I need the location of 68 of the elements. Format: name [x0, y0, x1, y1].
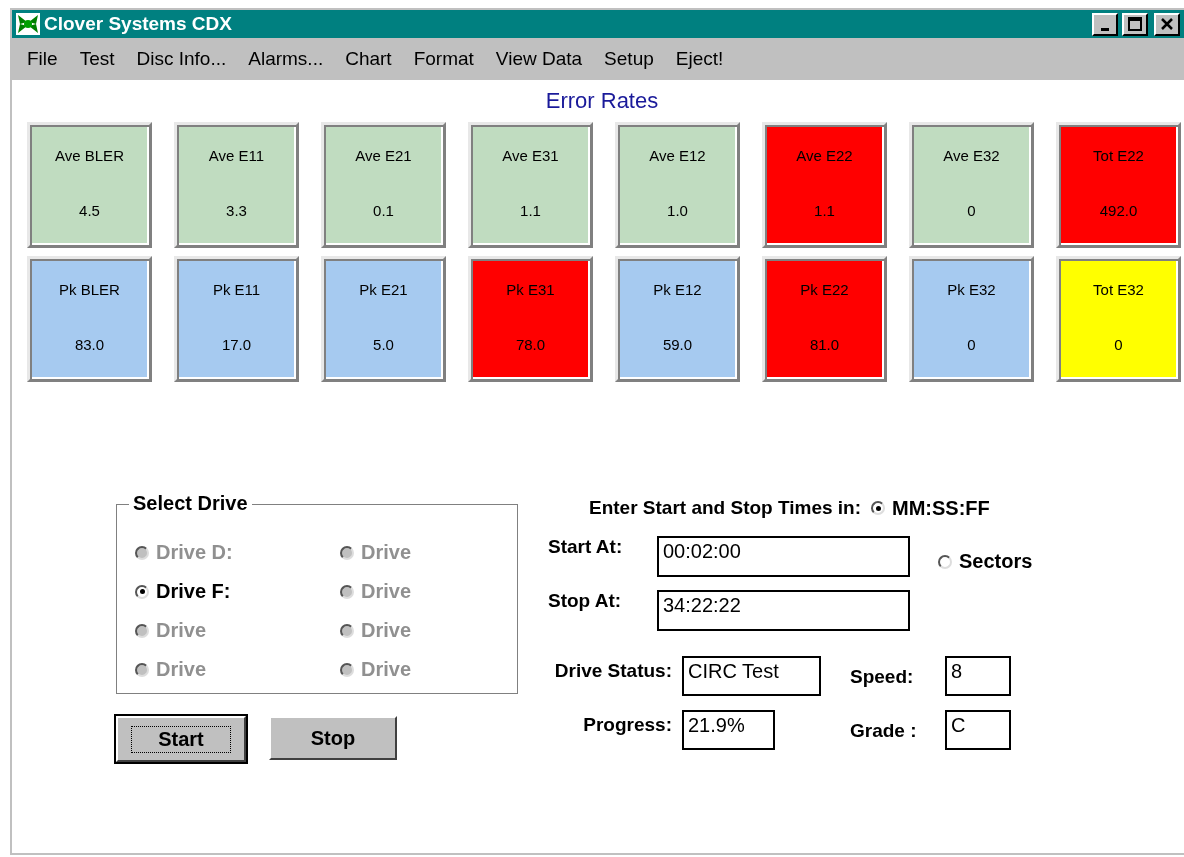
input-field[interactable]: CIRC Test	[682, 656, 821, 696]
tile-value: 0.1	[373, 202, 394, 219]
tile-label: Pk E11	[212, 281, 261, 298]
tile-label: Tot E32	[1093, 281, 1144, 298]
input-field[interactable]: C	[945, 710, 1011, 750]
tile-label: Pk E21	[359, 281, 408, 298]
tile-value: 5.0	[373, 336, 394, 353]
menu-item[interactable]: Chart	[334, 48, 403, 70]
menu-item[interactable]: Format	[402, 48, 485, 70]
minimize-icon	[1101, 27, 1109, 31]
tile-value: 0	[967, 202, 976, 219]
tile-label: Ave E21	[355, 147, 412, 164]
menu-item[interactable]: File	[16, 48, 69, 70]
close-icon	[1161, 18, 1173, 30]
prompt-label: Enter Start and Stop Times in:	[589, 497, 862, 519]
tile-value: 3.3	[226, 202, 247, 219]
menu-item[interactable]: Eject!	[664, 48, 735, 70]
radio-button[interactable]: MM:SS:FF	[871, 496, 990, 520]
action-button[interactable]: Start	[116, 716, 246, 762]
tile-value: 492.0	[1099, 202, 1138, 219]
input-field[interactable]: 21.9%	[682, 710, 775, 750]
tile-value: 17.0	[221, 336, 252, 353]
radio-button[interactable]: Drive F:	[135, 572, 340, 611]
tile-label: Tot E22	[1093, 147, 1144, 164]
tile-label: Pk E22	[800, 281, 849, 298]
field-label: Drive Status:	[553, 659, 673, 682]
field-label: Grade :	[850, 719, 918, 742]
maximize-button[interactable]	[1122, 12, 1148, 36]
menu-item[interactable]: View Data	[484, 48, 594, 70]
tile-label: Ave E22	[796, 147, 853, 164]
tile-label: Ave E11	[208, 147, 265, 164]
maximize-icon	[1128, 17, 1142, 31]
menu-item[interactable]: Disc Info...	[125, 48, 238, 70]
clover-icon	[16, 13, 40, 35]
tile-label: Pk E32	[947, 281, 996, 298]
tile-label: Ave BLER	[55, 147, 124, 164]
menu-item[interactable]: Alarms...	[237, 48, 335, 70]
input-field[interactable]: 8	[945, 656, 1011, 696]
input-field[interactable]: 34:22:22	[657, 590, 910, 631]
tile-value: 78.0	[515, 336, 546, 353]
input-field[interactable]: 00:02:00	[657, 536, 910, 577]
field-label: Speed:	[850, 665, 915, 688]
tile-label: Pk BLER	[59, 281, 120, 298]
field-label: Stop At:	[548, 590, 623, 612]
tile-value: 4.5	[79, 202, 100, 219]
tile-label: Ave E32	[943, 147, 1000, 164]
tile-label: Pk E31	[506, 281, 555, 298]
section-title: Error Rates	[544, 87, 660, 115]
tile-value: 1.0	[667, 202, 688, 219]
radio-button[interactable]: Sectors	[938, 550, 1033, 573]
menu-item[interactable]: Test	[68, 48, 126, 70]
tile-value: 1.1	[520, 202, 541, 219]
tile-value: 0	[1114, 336, 1123, 353]
window-title: Clover Systems CDX	[44, 13, 233, 35]
field-label: Progress:	[582, 713, 673, 736]
tile-label: Ave E31	[502, 147, 559, 164]
tile-value: 1.1	[814, 202, 835, 219]
close-button[interactable]	[1154, 12, 1180, 36]
action-button[interactable]: Stop	[269, 716, 397, 760]
tile-value: 83.0	[74, 336, 105, 353]
menu-item[interactable]: Setup	[593, 48, 665, 70]
minimize-button[interactable]	[1092, 12, 1118, 36]
tile-label: Ave E12	[649, 147, 706, 164]
tile-value: 59.0	[662, 336, 693, 353]
tile-value: 81.0	[809, 336, 840, 353]
field-label: Start At:	[548, 536, 624, 558]
tile-label: Pk E12	[653, 281, 702, 298]
tile-value: 0	[967, 336, 976, 353]
